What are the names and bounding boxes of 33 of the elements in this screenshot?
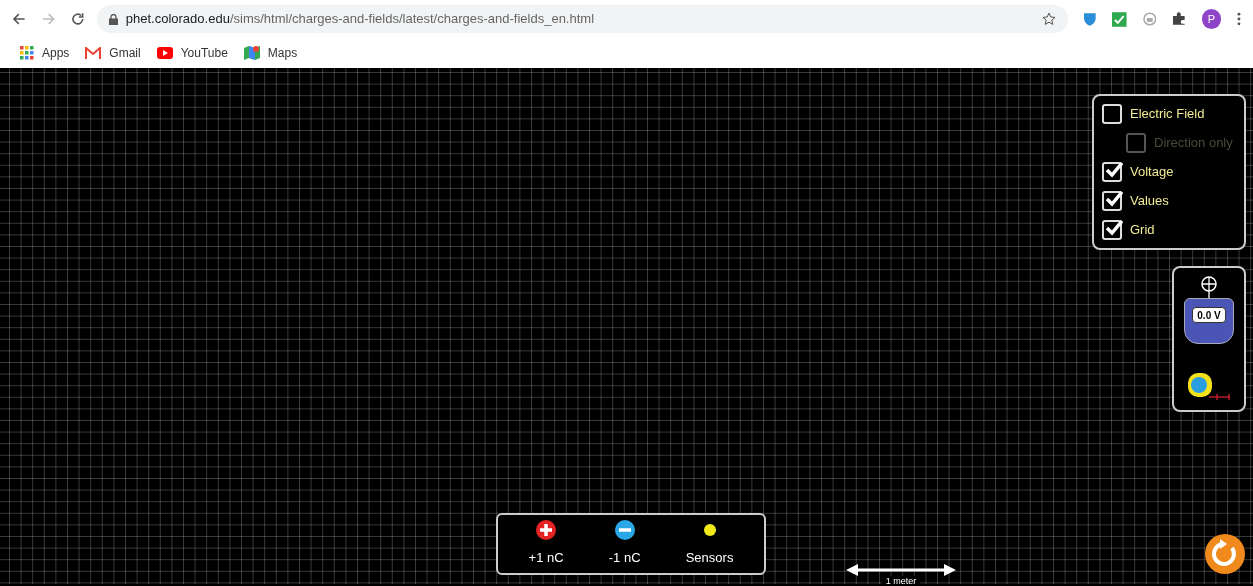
play-icon <box>156 47 173 59</box>
bookmark-link[interactable]: Maps <box>243 44 298 62</box>
positive-charge-icon[interactable] <box>536 520 557 541</box>
mail-icon <box>85 47 102 59</box>
bookmark-link[interactable]: Apps <box>20 44 70 62</box>
star-icon[interactable] <box>1042 12 1057 26</box>
bookmark-link[interactable]: YouTube <box>156 44 228 62</box>
scale-label: 1 meter <box>881 576 921 586</box>
profile-avatar[interactable]: P <box>1201 9 1222 29</box>
charge-label: +1 nC <box>528 549 564 568</box>
address-bar[interactable]: phet.colorado.edu/sims/html/charges-and-fields/latest/charges-and-fields_en.html <box>96 5 1069 33</box>
puzzle-icon[interactable] <box>1172 12 1186 26</box>
charge-label: -1 nC <box>608 549 641 568</box>
bookmark-link[interactable]: Gmail <box>85 44 141 62</box>
map-icon <box>243 45 260 61</box>
lock-icon <box>108 13 118 25</box>
voltage-reading: 0.0 V <box>1192 307 1226 323</box>
checkmark-icon[interactable] <box>1111 11 1127 27</box>
checkbox-label[interactable]: Grid <box>1130 220 1155 240</box>
charge-label: Sensors <box>685 549 734 568</box>
menu-icon[interactable] <box>1237 12 1242 26</box>
back-icon[interactable] <box>12 12 26 26</box>
negative-charge-icon[interactable] <box>614 520 635 541</box>
checkbox-label[interactable]: Voltage <box>1130 162 1174 182</box>
checkbox-label[interactable]: Values <box>1130 191 1169 211</box>
checkbox-label[interactable]: Electric Field <box>1130 104 1205 124</box>
shield-icon[interactable] <box>1084 12 1096 26</box>
apps-icon <box>20 46 34 60</box>
tape-measure-icon[interactable] <box>1187 372 1231 402</box>
url-text: phet.colorado.edu/sims/html/charges-and-fields/latest/charges-and-fields_en.html <box>125 10 595 29</box>
probe-icon[interactable] <box>1200 276 1218 298</box>
reset-icon[interactable] <box>1205 534 1245 574</box>
reload-icon[interactable] <box>71 12 85 26</box>
